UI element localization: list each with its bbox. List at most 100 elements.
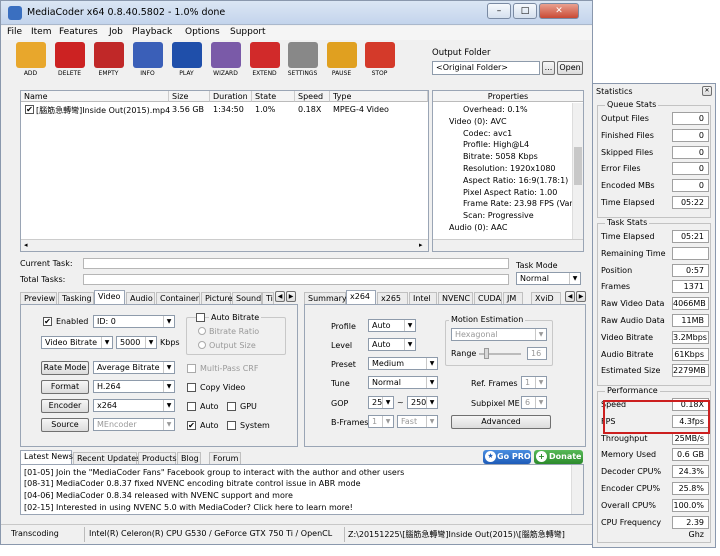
tab-nvenc[interactable]: NVENC	[438, 292, 473, 304]
news-item[interactable]: [02-15] Interested in using NVENC 5.0 wi…	[24, 503, 353, 512]
horizontal-scrollbar[interactable]: ◂ ▸	[21, 239, 428, 251]
news-tab-blog[interactable]: Blog	[177, 452, 201, 464]
news-tab-forum[interactable]: Forum	[209, 452, 241, 464]
menu-playback[interactable]: Playback	[132, 27, 172, 37]
multipass-checkbox[interactable]	[187, 364, 196, 373]
encoder-button[interactable]: Encoder	[41, 399, 89, 413]
column-state[interactable]: State	[252, 91, 295, 102]
file-list[interactable]: Name Size Duration State Speed Type ✔ [腦…	[20, 90, 429, 252]
toolbar-button-delete[interactable]: DELETE	[51, 42, 88, 80]
news-item[interactable]: [08-31] MediaCoder 0.8.37 fixed NVENC en…	[24, 479, 361, 488]
maximize-button[interactable]: □	[513, 3, 537, 19]
source-select[interactable]: MEncoder ▼	[93, 418, 175, 431]
news-list[interactable]: [01-05] Join the "MediaCoder Fans" Faceb…	[20, 464, 584, 515]
tab-tasking[interactable]: Tasking	[58, 292, 94, 304]
tab-jm[interactable]: JM	[503, 292, 523, 304]
gop-min-select[interactable]: 25 ▼	[368, 396, 394, 409]
tab-preview[interactable]: Preview	[20, 292, 57, 304]
properties-hscrollbar[interactable]	[433, 239, 583, 251]
bframes-select[interactable]: 1 ▼	[368, 415, 394, 428]
tab-xvid[interactable]: XviD	[531, 292, 561, 304]
column-type[interactable]: Type	[330, 91, 428, 102]
column-name[interactable]: Name	[21, 91, 169, 102]
open-button[interactable]: Open	[557, 61, 583, 75]
donate-button[interactable]: + Donate	[534, 450, 583, 464]
profile-select[interactable]: Auto ▼	[368, 319, 416, 332]
news-item[interactable]: [01-05] Join the "MediaCoder Fans" Faceb…	[24, 468, 404, 477]
column-speed[interactable]: Speed	[295, 91, 330, 102]
tab-summary[interactable]: Summary	[304, 292, 347, 304]
menu-file[interactable]: File	[7, 27, 22, 37]
scroll-left-icon[interactable]: ◂	[24, 241, 28, 249]
toolbar-button-add[interactable]: ADD	[12, 42, 49, 80]
tab-scroll-right[interactable]: ▶	[286, 291, 296, 302]
copy-video-checkbox[interactable]	[187, 383, 196, 392]
tab-audio[interactable]: Audio	[126, 292, 155, 304]
encoder-select[interactable]: x264 ▼	[93, 399, 175, 412]
tab-ti[interactable]: Ti	[262, 292, 274, 304]
advanced-button[interactable]: Advanced	[451, 415, 551, 429]
tab-x265[interactable]: x265	[377, 292, 408, 304]
browse-button[interactable]: ...	[542, 61, 555, 75]
news-tab-latest-news[interactable]: Latest News	[20, 450, 73, 465]
tab-container[interactable]: Container	[156, 292, 200, 304]
preset-select[interactable]: Medium ▼	[368, 357, 438, 370]
menu-item[interactable]: Item	[31, 27, 52, 37]
properties-pane[interactable]: Properties Overhead: 0.1% Video (0): AVC C…	[432, 90, 584, 252]
toolbar-button-extend[interactable]: EXTEND	[246, 42, 283, 80]
scroll-right-icon[interactable]: ▸	[419, 241, 423, 249]
source-button[interactable]: Source	[41, 418, 89, 432]
tune-select[interactable]: Normal ▼	[368, 376, 438, 389]
output-size-radio[interactable]	[198, 341, 206, 349]
statistics-close-button[interactable]: ✕	[702, 86, 712, 96]
rate-mode-button[interactable]: Rate Mode	[41, 361, 89, 375]
minimize-button[interactable]: –	[487, 3, 511, 19]
auto-source-checkbox[interactable]: ✔	[187, 421, 196, 430]
menu-job[interactable]: Job	[109, 27, 123, 37]
news-item[interactable]: [04-06] MediaCoder 0.8.34 released with …	[24, 491, 293, 500]
toolbar-button-info[interactable]: INFO	[129, 42, 166, 80]
tab-intel[interactable]: Intel	[409, 292, 437, 304]
tab-scroll-left[interactable]: ◀	[275, 291, 285, 302]
format-select[interactable]: H.264 ▼	[93, 380, 175, 393]
right-tab-scroll-left[interactable]: ◀	[565, 291, 575, 302]
stream-id-select[interactable]: ID: 0 ▼	[93, 315, 175, 328]
right-tab-scroll-right[interactable]: ▶	[576, 291, 586, 302]
menu-options[interactable]: Options	[185, 27, 220, 37]
tab-cuda[interactable]: CUDA	[474, 292, 502, 304]
menu-features[interactable]: Features	[59, 27, 98, 37]
toolbar-button-play[interactable]: PLAY	[168, 42, 205, 80]
tab-picture[interactable]: Picture	[201, 292, 233, 304]
gop-max-select[interactable]: 250 ▼	[407, 396, 438, 409]
column-duration[interactable]: Duration	[210, 91, 252, 102]
go-pro-button[interactable]: ★ Go PRO	[483, 450, 531, 464]
table-row[interactable]: ✔ [腦筋急轉彎]Inside Out(2015).mp4 3.56 GB 1:…	[22, 104, 427, 116]
column-size[interactable]: Size	[169, 91, 210, 102]
toolbar-button-pause[interactable]: PAUSE	[323, 42, 360, 80]
rate-mode-select[interactable]: Average Bitrate ▼	[93, 361, 175, 374]
bitrate-mode-select[interactable]: Video Bitrate ▼	[41, 336, 113, 349]
ref-frames-select[interactable]: 1 ▼	[521, 376, 547, 389]
gpu-checkbox[interactable]	[227, 402, 236, 411]
me-method-select[interactable]: Hexagonal ▼	[451, 328, 547, 341]
bitrate-input[interactable]: 5000 ▼	[116, 336, 157, 349]
task-mode-select[interactable]: Normal ▼	[516, 272, 581, 285]
bframes-mode-select[interactable]: Fast ▼	[397, 415, 438, 428]
subpixel-me-select[interactable]: 6 ▼	[521, 396, 547, 409]
format-button[interactable]: Format	[41, 380, 89, 394]
menu-support[interactable]: Support	[230, 27, 266, 37]
toolbar-button-empty[interactable]: EMPTY	[90, 42, 127, 80]
close-button[interactable]: ✕	[539, 3, 579, 19]
news-tab-recent-updates[interactable]: Recent Updates	[73, 452, 140, 464]
output-folder-input[interactable]: <Original Folder>	[432, 61, 540, 75]
auto-bitrate-checkbox[interactable]	[196, 313, 205, 322]
toolbar-button-wizard[interactable]: WIZARD	[207, 42, 244, 80]
tab-x264[interactable]: x264	[346, 290, 376, 305]
row-checkbox[interactable]: ✔	[25, 105, 34, 114]
level-select[interactable]: Auto ▼	[368, 338, 416, 351]
news-scrollbar[interactable]	[571, 465, 583, 514]
news-tab-products[interactable]: Products	[138, 452, 177, 464]
toolbar-button-settings[interactable]: SETTINGS	[284, 42, 321, 80]
system-checkbox[interactable]	[227, 421, 236, 430]
range-slider-thumb[interactable]	[484, 348, 489, 359]
